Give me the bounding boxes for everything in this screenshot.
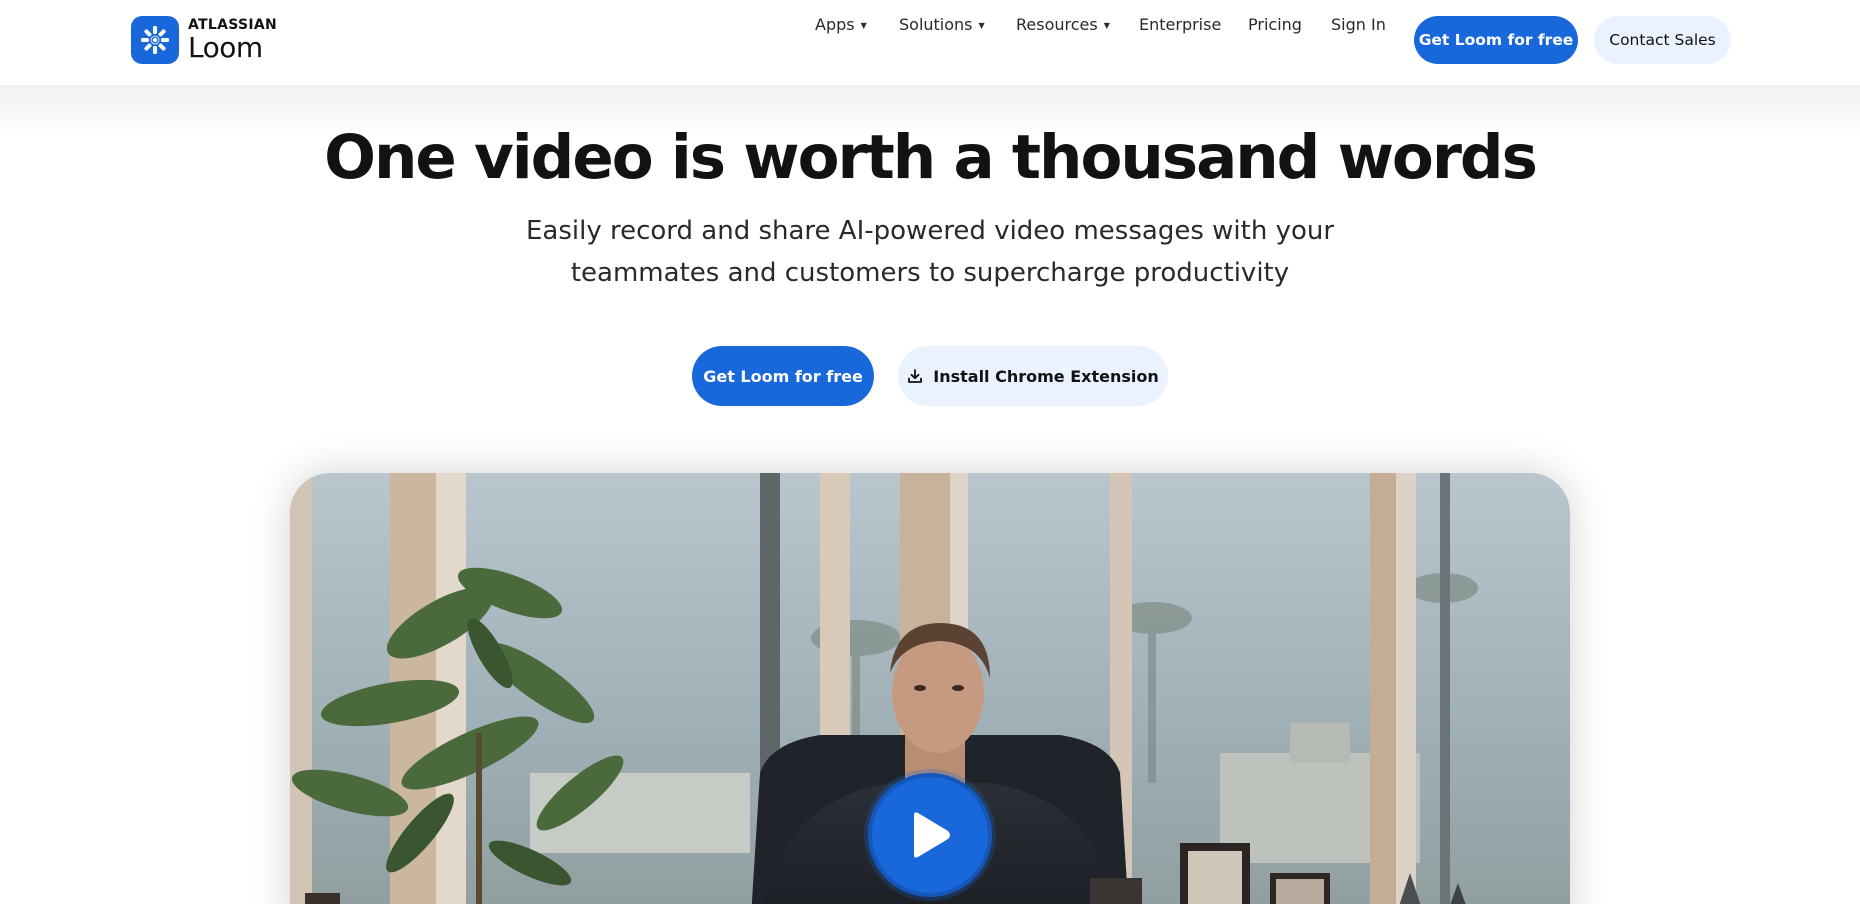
hero-subtitle-line-1: Easily record and share AI-powered video… — [525, 216, 1335, 246]
contact-sales-button[interactable]: Contact Sales — [1594, 16, 1731, 64]
nav-pricing[interactable]: Pricing — [1248, 0, 1302, 48]
loom-logo-icon — [131, 16, 179, 64]
download-icon — [907, 368, 923, 384]
nav-enterprise-label: Enterprise — [1139, 14, 1222, 34]
hero-cta-row: Get Loom for free Install Chrome Extensi… — [0, 346, 1860, 406]
chevron-down-icon: ▼ — [860, 21, 867, 30]
hero-video[interactable] — [290, 473, 1570, 904]
header-get-loom-button[interactable]: Get Loom for free — [1414, 16, 1578, 64]
hero-subtitle: Easily record and share AI-powered video… — [430, 210, 1430, 294]
nav-resources[interactable]: Resources ▼ — [1016, 0, 1110, 48]
nav-sign-in[interactable]: Sign In — [1331, 0, 1386, 48]
play-button[interactable] — [868, 773, 992, 897]
hero-get-loom-button[interactable]: Get Loom for free — [692, 346, 874, 406]
nav-apps[interactable]: Apps ▼ — [815, 0, 867, 48]
nav-apps-label: Apps — [815, 14, 855, 34]
chevron-down-icon: ▼ — [978, 21, 985, 30]
nav-resources-label: Resources — [1016, 14, 1098, 34]
play-icon — [908, 811, 952, 859]
nav-solutions[interactable]: Solutions ▼ — [899, 0, 985, 48]
nav-pricing-label: Pricing — [1248, 14, 1302, 34]
install-chrome-extension-label: Install Chrome Extension — [933, 366, 1159, 386]
hero-subtitle-line-2: teammates and customers to supercharge p… — [570, 258, 1290, 288]
nav-enterprise[interactable]: Enterprise — [1139, 0, 1221, 48]
site-header: ATLASSIAN Loom Apps ▼ Solutions ▼ Resour… — [0, 0, 1860, 85]
hero-title: One video is worth a thousand words — [324, 122, 1538, 193]
logo-product-text: Loom — [188, 30, 263, 64]
nav-solutions-label: Solutions — [899, 14, 973, 34]
loom-logo[interactable]: ATLASSIAN Loom — [131, 16, 277, 64]
chevron-down-icon: ▼ — [1103, 21, 1110, 30]
nav-sign-in-label: Sign In — [1331, 14, 1386, 34]
install-chrome-extension-button[interactable]: Install Chrome Extension — [898, 346, 1168, 406]
